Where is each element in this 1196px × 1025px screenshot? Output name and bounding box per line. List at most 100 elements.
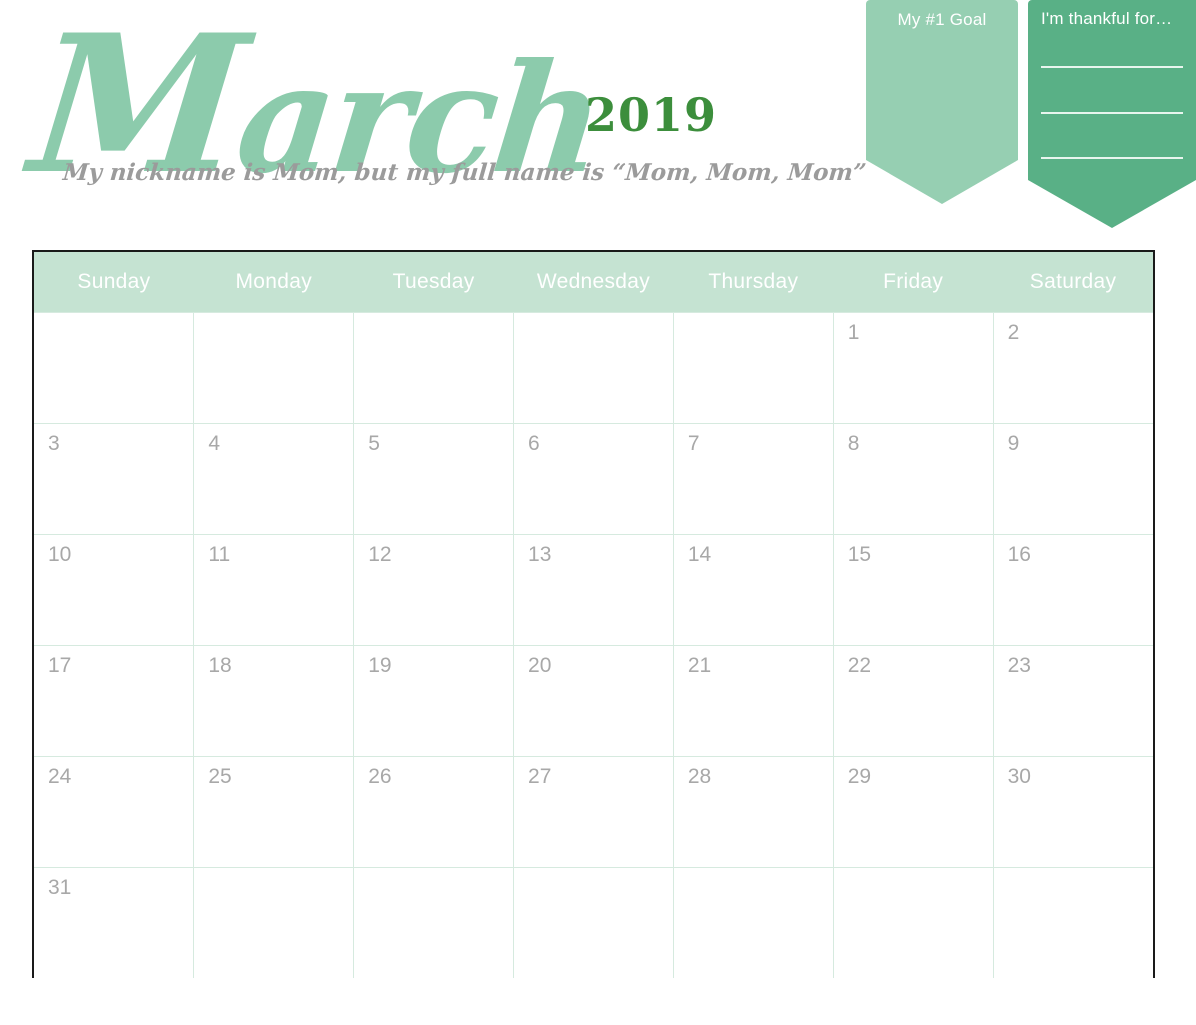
day-cell[interactable] xyxy=(353,867,515,978)
day-number: 28 xyxy=(687,765,712,788)
day-cell[interactable] xyxy=(193,312,355,424)
day-cell[interactable]: 2 xyxy=(992,312,1153,424)
day-number: 14 xyxy=(687,543,712,566)
goal-ribbon[interactable]: My #1 Goal xyxy=(866,0,1018,204)
day-cell[interactable]: 13 xyxy=(513,534,674,646)
day-number: 5 xyxy=(368,432,380,455)
day-cell[interactable]: 21 xyxy=(672,645,834,757)
day-cell[interactable]: 8 xyxy=(832,423,994,535)
day-cell[interactable]: 12 xyxy=(353,534,515,646)
day-cell[interactable]: 17 xyxy=(34,645,195,757)
day-cell[interactable] xyxy=(34,312,195,424)
monthly-quote: My nickname is Mom, but my full name is … xyxy=(61,159,868,186)
day-number: 24 xyxy=(48,765,72,788)
day-cell[interactable]: 5 xyxy=(353,423,515,535)
weekday-row: Sunday Monday Tuesday Wednesday Thursday… xyxy=(34,252,1153,313)
day-cell[interactable] xyxy=(513,867,674,978)
day-number: 11 xyxy=(208,543,231,566)
week-row: 10 11 12 13 14 15 16 xyxy=(34,534,1153,646)
day-number: 2 xyxy=(1007,321,1020,344)
day-cell[interactable]: 14 xyxy=(672,534,834,646)
day-cell[interactable] xyxy=(353,312,515,424)
goal-ribbon-tip xyxy=(866,160,1018,204)
day-number: 9 xyxy=(1007,432,1020,455)
day-number: 17 xyxy=(48,654,72,677)
day-cell[interactable]: 15 xyxy=(832,534,994,646)
day-cell[interactable]: 7 xyxy=(672,423,834,535)
weekday-tuesday: Tuesday xyxy=(353,252,514,313)
day-number: 20 xyxy=(528,654,552,677)
thankful-write-line-2[interactable] xyxy=(1041,112,1183,114)
day-cell[interactable]: 16 xyxy=(992,534,1153,646)
day-cell[interactable] xyxy=(672,312,834,424)
calendar-body: 1 2 3 4 5 6 7 8 9 10 11 12 13 14 15 16 1… xyxy=(34,312,1153,978)
day-cell[interactable]: 3 xyxy=(34,423,195,535)
day-cell[interactable]: 18 xyxy=(193,645,355,757)
goal-ribbon-body[interactable]: My #1 Goal xyxy=(866,0,1018,160)
day-cell[interactable]: 23 xyxy=(992,645,1153,757)
weekday-monday: Monday xyxy=(193,252,354,313)
day-cell[interactable]: 31 xyxy=(34,867,195,978)
day-cell[interactable] xyxy=(832,867,994,978)
calendar-grid: Sunday Monday Tuesday Wednesday Thursday… xyxy=(32,250,1155,978)
day-cell[interactable]: 4 xyxy=(193,423,355,535)
day-number: 4 xyxy=(208,432,221,455)
day-cell[interactable] xyxy=(992,867,1153,978)
day-number: 21 xyxy=(687,654,712,677)
thankful-ribbon-label: I'm thankful for… xyxy=(1041,9,1173,28)
day-cell[interactable]: 26 xyxy=(353,756,515,868)
day-number: 19 xyxy=(368,654,392,677)
day-cell[interactable]: 9 xyxy=(992,423,1153,535)
day-cell[interactable]: 1 xyxy=(832,312,994,424)
week-row: 17 18 19 20 21 22 23 xyxy=(34,645,1153,757)
thankful-ribbon[interactable]: I'm thankful for… xyxy=(1028,0,1196,228)
day-number: 1 xyxy=(847,321,860,344)
day-number: 25 xyxy=(208,765,232,788)
week-row: 31 xyxy=(34,867,1153,978)
day-cell[interactable]: 10 xyxy=(34,534,195,646)
day-number: 6 xyxy=(528,432,540,455)
thankful-write-line-1[interactable] xyxy=(1041,66,1183,68)
day-number: 8 xyxy=(847,432,860,455)
day-cell[interactable]: 28 xyxy=(672,756,834,868)
day-number: 16 xyxy=(1007,543,1031,566)
day-cell[interactable]: 19 xyxy=(353,645,515,757)
calendar-weekday-header: Sunday Monday Tuesday Wednesday Thursday… xyxy=(34,252,1153,313)
day-number: 7 xyxy=(687,432,700,455)
weekday-sunday: Sunday xyxy=(34,252,194,313)
day-number: 12 xyxy=(368,543,392,566)
day-number: 22 xyxy=(847,654,872,677)
day-cell[interactable] xyxy=(672,867,834,978)
day-cell[interactable]: 22 xyxy=(832,645,994,757)
thankful-ribbon-tip xyxy=(1028,180,1196,228)
weekday-saturday: Saturday xyxy=(993,252,1153,313)
day-cell[interactable]: 25 xyxy=(193,756,355,868)
day-cell[interactable]: 29 xyxy=(832,756,994,868)
weekday-friday: Friday xyxy=(833,252,994,313)
day-number: 29 xyxy=(847,765,872,788)
thankful-write-line-3[interactable] xyxy=(1041,157,1183,159)
day-cell[interactable]: 20 xyxy=(513,645,674,757)
weekday-wednesday: Wednesday xyxy=(513,252,674,313)
calendar-table: Sunday Monday Tuesday Wednesday Thursday… xyxy=(34,252,1153,978)
thankful-ribbon-body[interactable]: I'm thankful for… xyxy=(1028,0,1196,180)
day-cell[interactable] xyxy=(513,312,674,424)
day-cell[interactable] xyxy=(193,867,355,978)
day-cell[interactable]: 24 xyxy=(34,756,195,868)
goal-ribbon-label: My #1 Goal xyxy=(897,10,987,29)
day-number: 18 xyxy=(208,654,232,677)
day-number: 26 xyxy=(368,765,392,788)
week-row: 24 25 26 27 28 29 30 xyxy=(34,756,1153,868)
day-number: 13 xyxy=(528,543,552,566)
week-row: 3 4 5 6 7 8 9 xyxy=(34,423,1153,535)
day-number: 10 xyxy=(48,543,72,566)
day-cell[interactable]: 27 xyxy=(513,756,674,868)
day-cell[interactable]: 30 xyxy=(992,756,1153,868)
week-row: 1 2 xyxy=(34,312,1153,424)
day-number: 27 xyxy=(528,765,552,788)
day-cell[interactable]: 11 xyxy=(193,534,355,646)
weekday-thursday: Thursday xyxy=(673,252,834,313)
day-cell[interactable]: 6 xyxy=(513,423,674,535)
year-title: 2019 xyxy=(585,88,718,142)
day-number: 3 xyxy=(48,432,60,455)
